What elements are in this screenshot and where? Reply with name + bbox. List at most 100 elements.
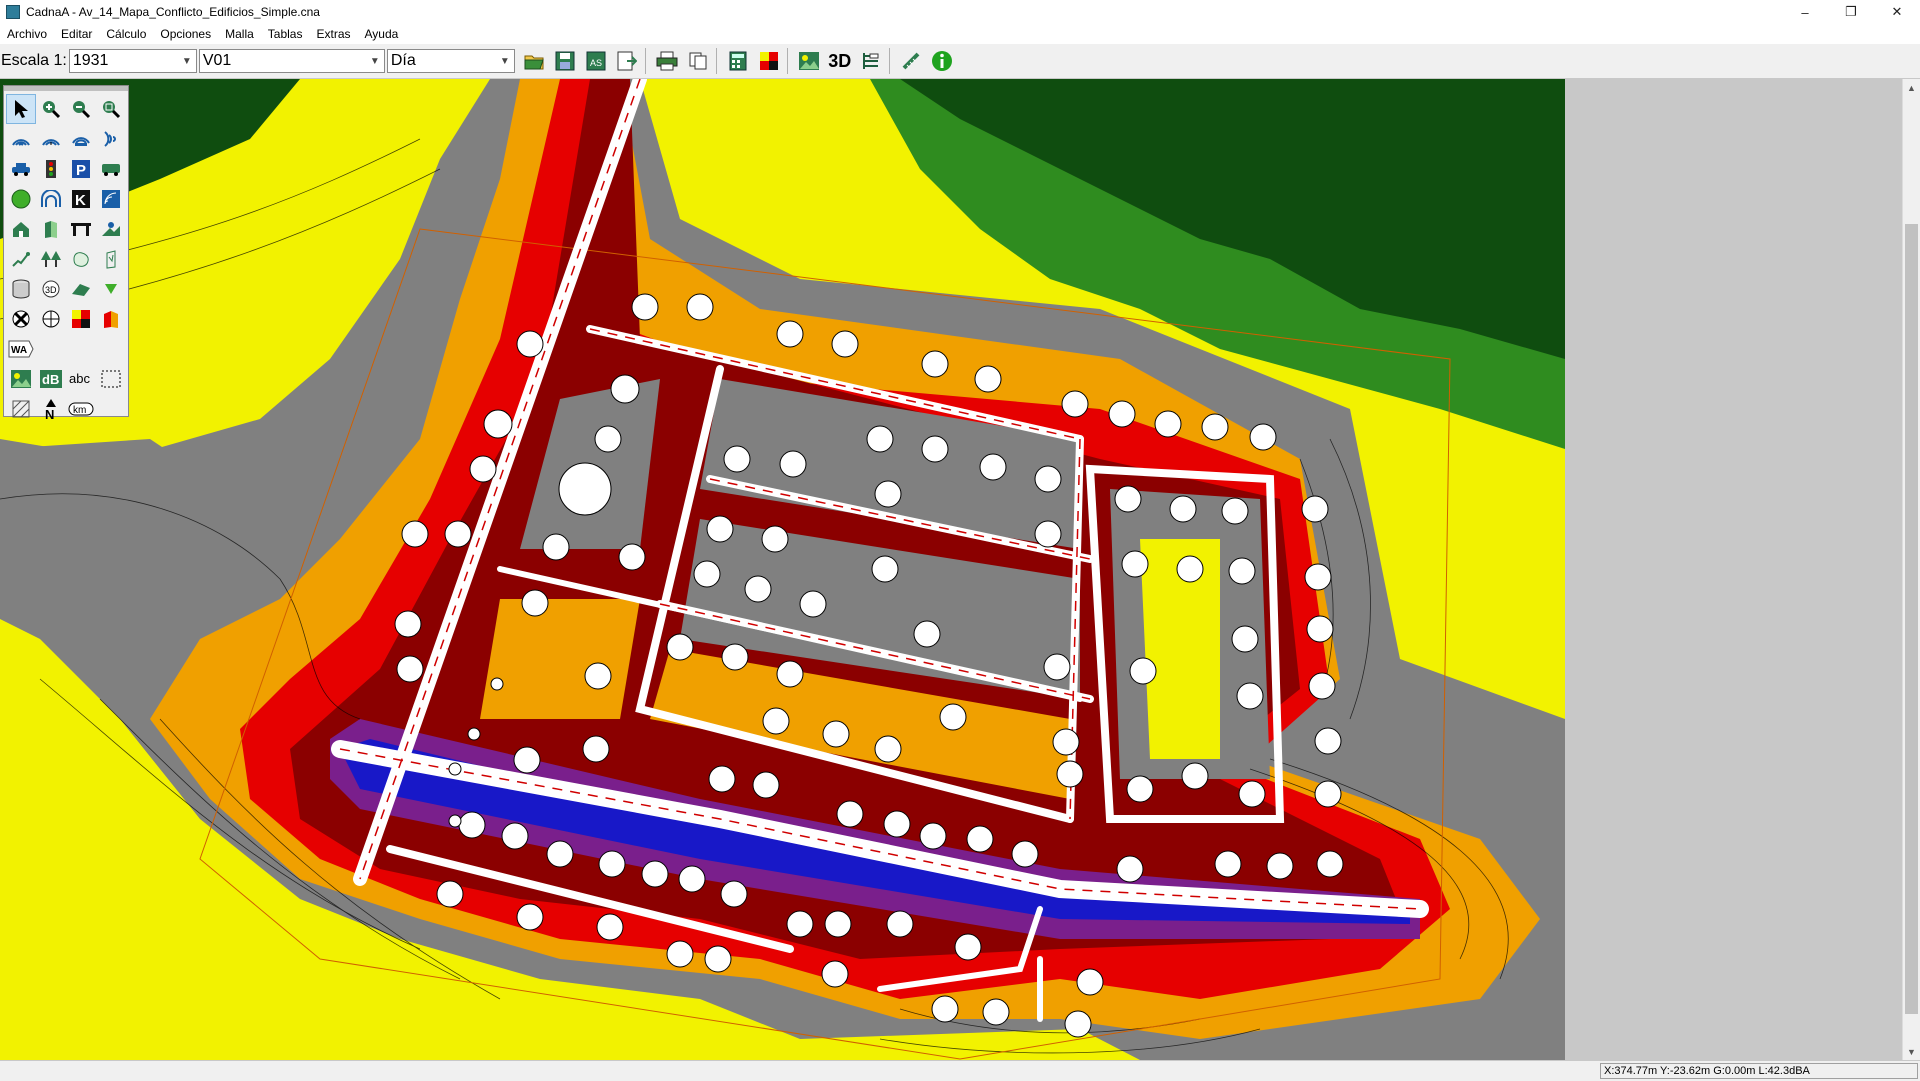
select-pointer-icon[interactable] <box>6 94 36 124</box>
chevron-down-icon: ▼ <box>369 55 380 67</box>
menu-opciones[interactable]: Opciones <box>153 27 218 41</box>
vertical-scrollbar[interactable]: ▲ ▼ <box>1902 79 1920 1060</box>
line-source-icon[interactable] <box>36 124 66 154</box>
roof-icon[interactable] <box>66 274 96 304</box>
export-button[interactable] <box>613 47 641 75</box>
industrial-source-icon[interactable] <box>96 184 126 214</box>
measure-tool-icon <box>902 52 920 70</box>
svg-text:K: K <box>75 192 86 209</box>
point-source-icon[interactable] <box>6 124 36 154</box>
toolbar-separator <box>715 48 717 74</box>
menu-malla[interactable]: Malla <box>218 27 261 41</box>
scale-label: Escala 1: <box>1 52 67 69</box>
chevron-down-icon: ▼ <box>181 55 192 67</box>
bitmap-button[interactable] <box>795 47 823 75</box>
object-tool-palette: P K 3D WA dB abc N km <box>3 85 129 420</box>
close-button[interactable]: ✕ <box>1874 0 1920 24</box>
scroll-down-arrow-icon[interactable]: ▼ <box>1903 1043 1920 1060</box>
noise-map-canvas[interactable] <box>0 79 1565 1060</box>
facade-grid-icon[interactable] <box>96 304 126 334</box>
km-marker-icon[interactable]: km <box>66 394 96 424</box>
title-bar: CadnaA - Av_14_Mapa_Conflicto_Edificios_… <box>0 0 1920 24</box>
vertical-area-source-icon[interactable] <box>96 124 126 154</box>
menu-calculo[interactable]: Cálculo <box>99 27 153 41</box>
window-title: CadnaA - Av_14_Mapa_Conflicto_Edificios_… <box>26 5 320 19</box>
road-car-icon[interactable] <box>6 154 36 184</box>
triangle-marker-icon[interactable] <box>96 274 126 304</box>
empty-slot <box>66 334 96 364</box>
calculate-button[interactable] <box>724 47 752 75</box>
save-button[interactable] <box>551 47 579 75</box>
table-button[interactable] <box>857 47 885 75</box>
sports-field-icon[interactable] <box>6 184 36 214</box>
bitmap-picture-icon[interactable] <box>6 364 36 394</box>
bitmap-icon <box>798 52 819 70</box>
menu-editar[interactable]: Editar <box>54 27 99 41</box>
variant-combo[interactable]: V01 ▼ <box>198 49 385 73</box>
copy-icon <box>689 52 707 70</box>
db-text-icon[interactable]: dB <box>36 364 66 394</box>
menu-bar: Archivo Editar Cálculo Opciones Malla Ta… <box>0 24 1920 44</box>
status-bar: X:374.77m Y:-23.62m G:0.00m L:42.3dBA <box>0 1060 1920 1081</box>
railway-icon[interactable] <box>96 154 126 184</box>
main-toolbar: Escala 1: 1931 ▼ V01 ▼ Día ▼ AS 3D <box>0 44 1920 79</box>
period-combo[interactable]: Día ▼ <box>386 49 515 73</box>
k-source-icon[interactable]: K <box>66 184 96 214</box>
grid-receiver-icon[interactable] <box>36 304 66 334</box>
auxiliary-polygon-icon[interactable] <box>96 364 126 394</box>
open-file-button[interactable] <box>520 47 548 75</box>
bridge-icon[interactable] <box>66 214 96 244</box>
building-icon[interactable] <box>6 214 36 244</box>
svg-text:abc: abc <box>69 371 90 386</box>
scroll-up-arrow-icon[interactable]: ▲ <box>1903 79 1920 96</box>
ground-area-icon[interactable] <box>66 244 96 274</box>
traffic-light-icon[interactable] <box>36 154 66 184</box>
wa-area-icon[interactable]: WA <box>6 334 36 364</box>
zoom-out-icon[interactable] <box>66 94 96 124</box>
scale-combo[interactable]: 1931 ▼ <box>68 49 197 73</box>
noise-contour-map[interactable] <box>0 79 1565 1060</box>
contour-line-icon[interactable] <box>6 244 36 274</box>
restore-button[interactable]: ❐ <box>1828 0 1874 24</box>
3d-object-icon[interactable]: 3D <box>36 274 66 304</box>
grid-calculation-icon[interactable] <box>66 304 96 334</box>
svg-text:3D: 3D <box>45 285 57 295</box>
menu-tablas[interactable]: Tablas <box>261 27 310 41</box>
copy-button[interactable] <box>684 47 712 75</box>
save-as-icon: AS <box>586 51 606 71</box>
scale-value: 1931 <box>72 52 109 69</box>
minimize-button[interactable]: – <box>1782 0 1828 24</box>
trees-icon[interactable] <box>36 244 66 274</box>
printer-icon <box>656 51 678 71</box>
zoom-extent-icon[interactable] <box>96 94 126 124</box>
print-button[interactable] <box>653 47 681 75</box>
text-box-icon[interactable]: abc <box>66 364 96 394</box>
period-value: Día <box>390 52 416 69</box>
tunnel-icon[interactable] <box>36 184 66 214</box>
save-as-button[interactable]: AS <box>582 47 610 75</box>
menu-ayuda[interactable]: Ayuda <box>358 27 406 41</box>
menu-archivo[interactable]: Archivo <box>0 27 54 41</box>
svg-text:N: N <box>45 407 54 420</box>
noise-barrier-icon[interactable] <box>36 214 66 244</box>
open-folder-icon <box>524 55 544 70</box>
parking-icon[interactable]: P <box>66 154 96 184</box>
cylinder-icon[interactable] <box>96 244 126 274</box>
zoom-in-icon[interactable] <box>36 94 66 124</box>
measure-button[interactable] <box>897 47 925 75</box>
grid-map-button[interactable] <box>755 47 783 75</box>
tank-icon[interactable] <box>6 274 36 304</box>
toolbar-separator <box>644 48 646 74</box>
view-3d-button[interactable]: 3D <box>826 47 854 75</box>
north-arrow-icon[interactable]: N <box>36 394 66 424</box>
receiver-point-icon[interactable] <box>6 304 36 334</box>
hatch-area-icon[interactable] <box>6 394 36 424</box>
area-source-icon[interactable] <box>66 124 96 154</box>
variant-value: V01 <box>202 52 232 69</box>
info-button[interactable] <box>928 47 956 75</box>
svg-text:km: km <box>73 405 86 416</box>
calculator-icon <box>729 51 747 71</box>
menu-extras[interactable]: Extras <box>309 27 357 41</box>
embankment-icon[interactable] <box>96 214 126 244</box>
scrollbar-thumb[interactable] <box>1905 224 1918 1014</box>
